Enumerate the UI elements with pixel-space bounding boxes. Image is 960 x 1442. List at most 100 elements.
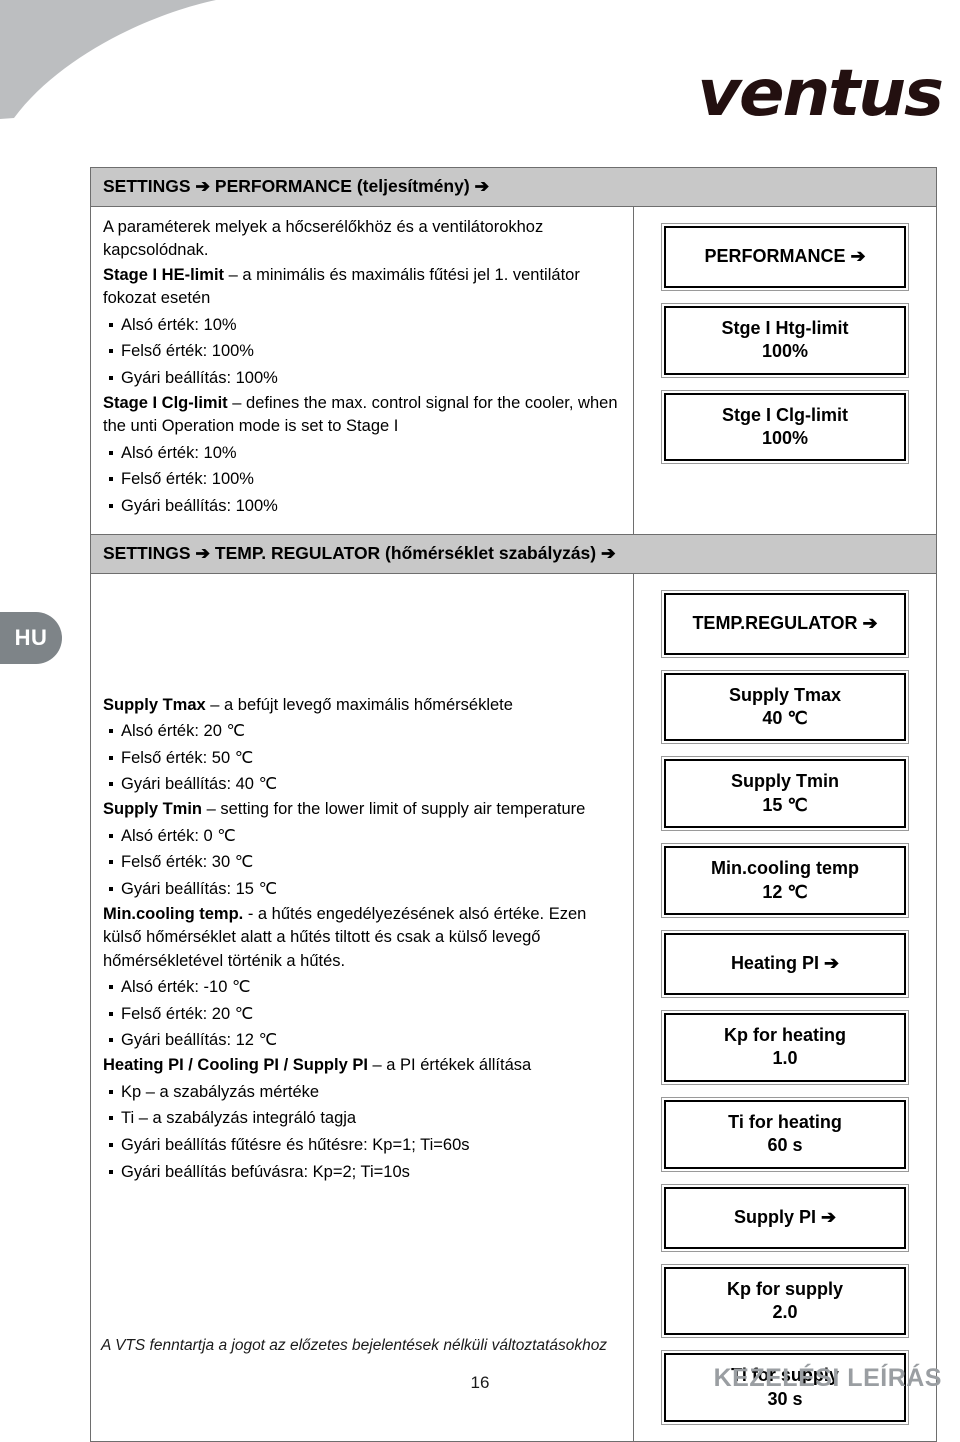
performance-intro-text: A paraméterek melyek a hőcserélőkhöz és … xyxy=(103,217,544,260)
display-box-title: Stge I Htg-limit xyxy=(721,317,849,338)
display-box-title: Kp for supply xyxy=(727,1278,843,1299)
display-box-value: 40 ℃ xyxy=(762,707,808,728)
pi-values-desc: – a PI értékek állítása xyxy=(367,1056,532,1075)
display-box-ti-for-heating: Ti for heating 60 s xyxy=(661,1096,909,1172)
display-box-value: 60 s xyxy=(767,1135,803,1156)
display-box-inner: Kp for supply 2.0 xyxy=(664,1266,906,1336)
document-kind-label: KEZELÉSI LEÍRÁS xyxy=(713,1364,942,1392)
display-box-value: 2.0 xyxy=(772,1301,798,1322)
display-box-inner: Supply Tmax 40 ℃ xyxy=(664,672,906,742)
supply-tmin-term: Supply Tmin xyxy=(103,800,202,819)
section-body-temp-regulator: Supply Tmax – a befújt levegő maximális … xyxy=(91,573,936,1442)
supply-tmax-bullets: Alsó érték: 20 ℃ Felső érték: 50 ℃ Gyári… xyxy=(103,718,621,798)
pi-values-paragraph: Heating PI / Cooling PI / Supply PI – a … xyxy=(103,1054,621,1077)
display-box-inner: Supply PI ➔ xyxy=(664,1186,906,1249)
display-box-inner: Min.cooling temp 12 ℃ xyxy=(664,846,906,915)
display-box-inner: TEMP.REGULATOR ➔ xyxy=(664,592,906,655)
list-item: Felső érték: 100% xyxy=(103,466,621,493)
supply-tmin-bullets: Alsó érték: 0 ℃ Felső érték: 30 ℃ Gyári … xyxy=(103,823,621,903)
display-box-value: 100% xyxy=(761,341,809,362)
section-header-temp-regulator: SETTINGS ➔ TEMP. REGULATOR (hőmérséklet … xyxy=(91,533,936,574)
display-box-title: Supply PI ➔ xyxy=(733,1206,837,1227)
list-item: Alsó érték: 10% xyxy=(103,312,621,339)
supply-tmin-paragraph: Supply Tmin – setting for the lower limi… xyxy=(103,798,621,821)
list-item: Gyári beállítás fűtésre és hűtésre: Kp=1… xyxy=(103,1132,621,1159)
performance-text-column: A paraméterek melyek a hőcserélőkhöz és … xyxy=(91,206,634,534)
performance-display-column: PERFORMANCE ➔ Stge I Htg-limit 100% Stge… xyxy=(634,207,936,534)
list-item: Ti – a szabályzás integráló tagja xyxy=(103,1105,621,1132)
list-item: Gyári beállítás: 100% xyxy=(103,493,621,520)
pi-values-bullets: Kp – a szabályzás mértéke Ti – a szabály… xyxy=(103,1079,621,1186)
list-item: Felső érték: 50 ℃ xyxy=(103,745,621,772)
display-box-supply-tmin: Supply Tmin 15 ℃ xyxy=(661,756,909,832)
display-box-inner: Supply Tmin 15 ℃ xyxy=(664,759,906,829)
section-body-performance: A paraméterek melyek a hőcserélőkhöz és … xyxy=(91,206,936,534)
list-item: Gyári beállítás: 40 ℃ xyxy=(103,771,621,798)
performance-clg-limit-bullets: Alsó érték: 10% Felső érték: 100% Gyári … xyxy=(103,440,621,520)
min-cooling-temp-paragraph: Min.cooling temp. - a hűtés engedélyezés… xyxy=(103,903,621,973)
display-box-title: Stge I Clg-limit xyxy=(722,404,848,425)
list-item: Alsó érték: 0 ℃ xyxy=(103,823,621,850)
list-item: Gyári beállítás befúvásra: Kp=2; Ti=10s xyxy=(103,1159,621,1186)
corner-swoosh-decoration xyxy=(0,0,216,119)
list-item: Alsó érték: 20 ℃ xyxy=(103,718,621,745)
min-cooling-temp-term: Min.cooling temp. xyxy=(103,904,244,923)
footer-disclaimer: A VTS fenntartja a jogot az előzetes bej… xyxy=(101,1337,608,1354)
display-box-value: 12 ℃ xyxy=(762,881,808,902)
supply-tmax-desc: – a befújt levegő maximális hőmérséklete xyxy=(205,695,513,714)
display-box-heating-pi: Heating PI ➔ xyxy=(661,929,909,998)
list-item: Kp – a szabályzás mértéke xyxy=(103,1079,621,1106)
display-box-inner: Heating PI ➔ xyxy=(664,932,906,995)
list-item: Alsó érték: -10 ℃ xyxy=(103,974,621,1001)
performance-he-limit-bullets: Alsó érték: 10% Felső érték: 100% Gyári … xyxy=(103,312,621,392)
display-box-performance: PERFORMANCE ➔ xyxy=(661,222,909,291)
list-item: Alsó érték: 10% xyxy=(103,440,621,467)
display-box-title: TEMP.REGULATOR ➔ xyxy=(692,612,878,633)
list-item: Gyári beállítás: 100% xyxy=(103,365,621,392)
display-box-title: Heating PI ➔ xyxy=(730,953,840,974)
display-box-title: Supply Tmin xyxy=(731,771,839,792)
performance-clg-limit-paragraph: Stage I Clg-limit – defines the max. con… xyxy=(103,392,621,439)
display-box-kp-for-supply: Kp for supply 2.0 xyxy=(661,1263,909,1339)
list-item: Felső érték: 30 ℃ xyxy=(103,849,621,876)
display-box-title: Kp for heating xyxy=(724,1024,846,1045)
display-box-inner: Stge I Htg-limit 100% xyxy=(664,305,906,375)
performance-he-limit-paragraph: Stage I HE-limit – a minimális és maximá… xyxy=(103,264,621,311)
performance-he-limit-term: Stage I HE-limit xyxy=(103,265,225,284)
list-item: Gyári beállítás: 15 ℃ xyxy=(103,876,621,903)
list-item: Felső érték: 100% xyxy=(103,338,621,365)
list-item: Gyári beállítás: 12 ℃ xyxy=(103,1027,621,1054)
list-item: Felső érték: 20 ℃ xyxy=(103,1001,621,1028)
pi-values-term: Heating PI / Cooling PI / Supply PI xyxy=(103,1056,368,1075)
display-box-inner: Stge I Clg-limit 100% xyxy=(664,392,906,462)
display-box-inner: Ti for heating 60 s xyxy=(664,1099,906,1169)
display-box-inner: PERFORMANCE ➔ xyxy=(664,225,906,288)
temp-regulator-display-column: TEMP.REGULATOR ➔ Supply Tmax 40 ℃ Supply… xyxy=(634,574,936,1441)
display-box-stge-i-clg-limit: Stge I Clg-limit 100% xyxy=(661,389,909,465)
display-box-title: PERFORMANCE ➔ xyxy=(704,246,866,267)
display-box-title: Min.cooling temp xyxy=(711,858,859,879)
supply-tmax-term: Supply Tmax xyxy=(103,695,206,714)
brand-logo: ventus xyxy=(697,57,944,131)
language-tab-hu[interactable]: HU xyxy=(0,612,62,664)
display-box-value: 100% xyxy=(761,428,809,449)
display-box-stge-i-htg-limit: Stge I Htg-limit 100% xyxy=(661,302,909,378)
min-cooling-temp-bullets: Alsó érték: -10 ℃ Felső érték: 20 ℃ Gyár… xyxy=(103,974,621,1054)
display-box-temp-regulator: TEMP.REGULATOR ➔ xyxy=(661,589,909,658)
display-box-value: 15 ℃ xyxy=(762,794,808,815)
display-box-title: Supply Tmax xyxy=(728,684,842,705)
temp-regulator-text-column: Supply Tmax – a befújt levegő maximális … xyxy=(91,573,634,1442)
display-box-value: 1.0 xyxy=(772,1048,798,1069)
display-box-title: Ti for heating xyxy=(728,1111,842,1132)
language-tab-label: HU xyxy=(14,625,48,650)
display-box-kp-for-heating: Kp for heating 1.0 xyxy=(661,1009,909,1085)
supply-tmax-paragraph: Supply Tmax – a befújt levegő maximális … xyxy=(103,694,621,717)
content-frame: SETTINGS ➔ PERFORMANCE (teljesítmény) ➔ … xyxy=(90,167,937,1442)
section-header-performance: SETTINGS ➔ PERFORMANCE (teljesítmény) ➔ xyxy=(91,168,936,207)
display-box-min-cooling-temp: Min.cooling temp 12 ℃ xyxy=(661,843,909,918)
supply-tmin-desc: – setting for the lower limit of supply … xyxy=(202,800,586,819)
display-box-inner: Kp for heating 1.0 xyxy=(664,1012,906,1082)
performance-clg-limit-term: Stage I Clg-limit xyxy=(103,393,228,412)
performance-intro-paragraph: A paraméterek melyek a hőcserélőkhöz és … xyxy=(103,216,621,263)
display-box-supply-tmax: Supply Tmax 40 ℃ xyxy=(661,669,909,745)
